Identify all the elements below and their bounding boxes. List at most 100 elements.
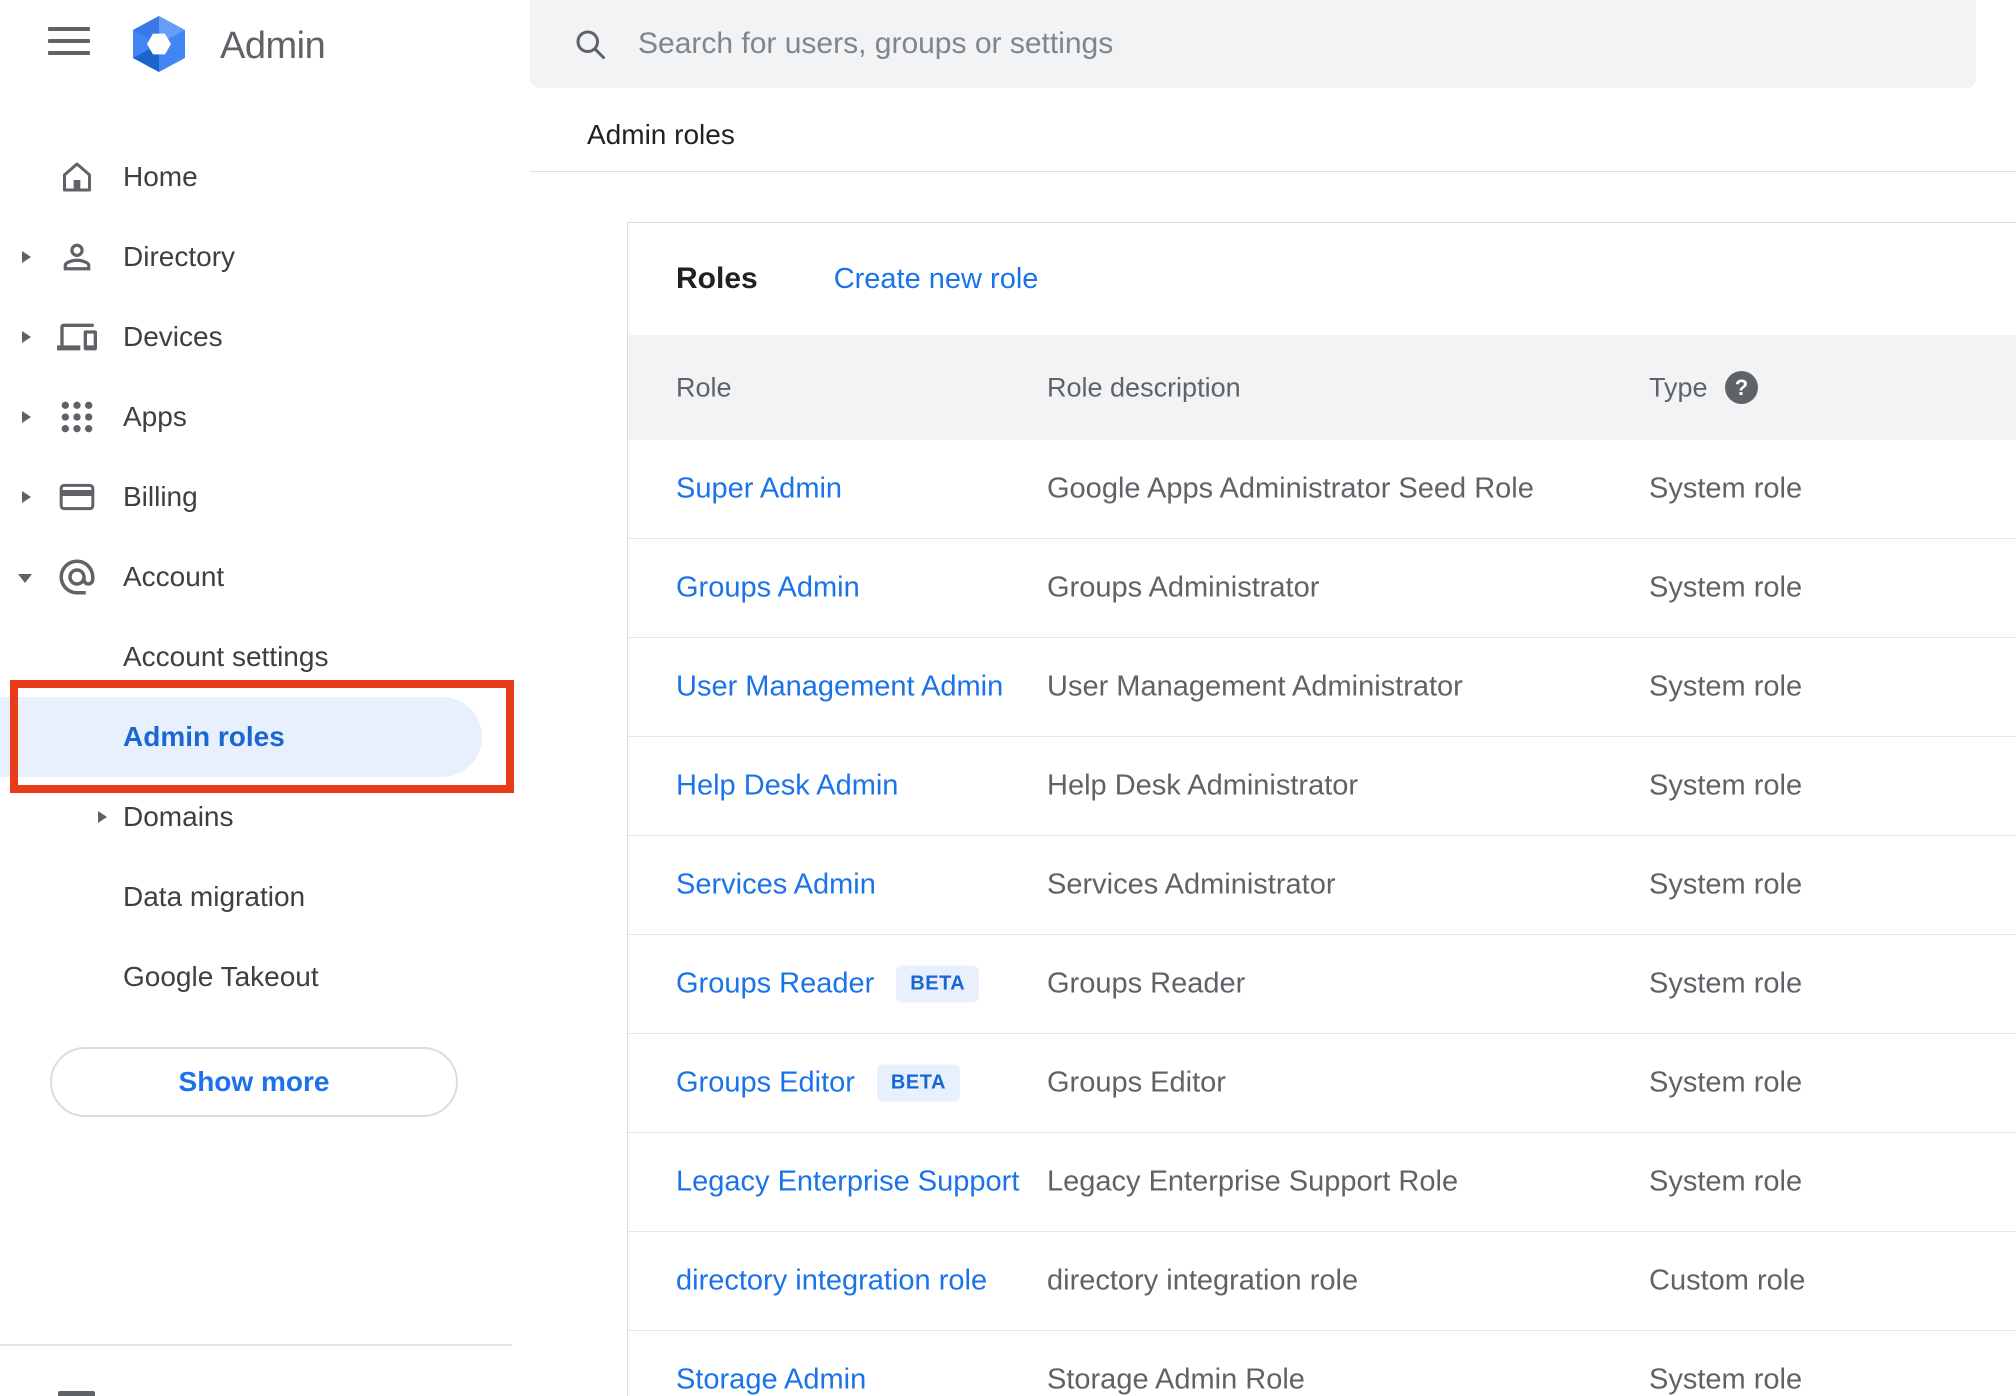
beta-badge: BETA	[876, 1064, 960, 1102]
sidebar-item-label: Domains	[123, 801, 234, 832]
role-link-legacy-enterprise-support[interactable]: Legacy Enterprise Support	[676, 1166, 1019, 1199]
role-link-groups-editor[interactable]: Groups Editor	[676, 1067, 855, 1100]
table-row: Super Admin Google Apps Administrator See…	[628, 440, 2016, 539]
sidebar-item-label: Google Takeout	[123, 961, 319, 992]
sidebar-item-label: Home	[123, 161, 198, 192]
person-icon	[56, 236, 98, 278]
role-link-directory-integration-role[interactable]: directory integration role	[676, 1265, 987, 1298]
role-type-cell: System role	[1649, 670, 1803, 703]
credit-card-icon	[56, 476, 98, 518]
help-icon[interactable]	[1725, 371, 1758, 404]
beta-badge: BETA	[896, 965, 980, 1003]
table-row: Services Admin Services Administrator Syst…	[628, 836, 2016, 935]
sidebar-item-label: Account settings	[123, 641, 329, 672]
roles-title: Roles	[676, 262, 758, 295]
sidebar-item-google-takeout[interactable]: Google Takeout	[0, 937, 530, 1017]
role-link-storage-admin[interactable]: Storage Admin	[676, 1364, 866, 1396]
sidebar-item-label: Account	[123, 561, 225, 592]
role-type-cell: System role	[1649, 967, 1803, 1000]
menu-icon[interactable]	[48, 27, 90, 55]
table-row: Groups Admin Groups Administrator System r…	[628, 539, 2016, 638]
role-type-cell: System role	[1649, 571, 1803, 604]
role-cell: User Management Admin	[676, 671, 1003, 704]
sidebar-item-data-migration[interactable]: Data migration	[0, 857, 530, 937]
show-more-button[interactable]: Show more	[50, 1047, 458, 1117]
role-description-cell: Storage Admin Role	[1047, 1363, 1305, 1396]
column-header-type: Type	[1649, 372, 1708, 402]
sidebar-item-label: Admin roles	[123, 721, 285, 752]
role-type-cell: System role	[1649, 868, 1803, 901]
role-cell: Help Desk Admin	[676, 770, 898, 803]
sidebar-item-devices[interactable]: Devices	[0, 297, 530, 377]
sidebar-item-directory[interactable]: Directory	[0, 217, 530, 297]
apps-grid-icon	[56, 396, 98, 438]
role-description-cell: Help Desk Administrator	[1047, 769, 1359, 802]
search-bar[interactable]	[530, 0, 1976, 88]
roles-table-body: Super Admin Google Apps Administrator See…	[628, 440, 2016, 1396]
role-link-user-management-admin[interactable]: User Management Admin	[676, 671, 1003, 704]
table-row: Groups Editor BETA Groups Editor System rol…	[628, 1034, 2016, 1133]
role-link-groups-reader[interactable]: Groups Reader	[676, 968, 874, 1001]
sidebar-item-admin-roles[interactable]: Admin roles	[0, 697, 530, 777]
role-cell: Storage Admin	[676, 1364, 866, 1396]
sidebar-item-apps[interactable]: Apps	[0, 377, 530, 457]
chevron-down-icon[interactable]	[18, 574, 32, 583]
admin-logo-icon	[128, 15, 190, 78]
sidebar-item-billing[interactable]: Billing	[0, 457, 530, 537]
sidebar-item-home[interactable]: Home	[0, 137, 530, 217]
role-description-cell: Groups Administrator	[1047, 571, 1320, 604]
chevron-right-icon[interactable]	[22, 411, 31, 423]
sidebar-item-domains[interactable]: Domains	[0, 777, 530, 857]
role-cell: Groups Admin	[676, 572, 860, 605]
roles-card: Roles Create new role Role Role descript…	[627, 222, 2016, 1396]
at-sign-icon	[56, 556, 98, 598]
roles-card-header: Roles Create new role	[628, 223, 2016, 335]
sidebar-item-label: Devices	[123, 321, 223, 352]
sidebar-item-label: Directory	[123, 241, 236, 272]
table-row: Legacy Enterprise Support Legacy Enterpri…	[628, 1133, 2016, 1232]
google-admin-logo: Admin	[128, 15, 326, 78]
role-description-cell: Groups Editor	[1047, 1066, 1226, 1099]
role-description-cell: Services Administrator	[1047, 868, 1336, 901]
role-link-groups-admin[interactable]: Groups Admin	[676, 572, 860, 605]
role-description-cell: Legacy Enterprise Support Role	[1047, 1165, 1459, 1198]
sidebar-item-label: Data migration	[123, 881, 306, 912]
sidebar-footer-divider	[0, 1344, 512, 1346]
chevron-right-icon[interactable]	[22, 251, 31, 263]
partial-sidebar-icon	[58, 1391, 95, 1396]
role-description-cell: User Management Administrator	[1047, 670, 1463, 703]
role-cell: directory integration role	[676, 1265, 987, 1298]
sidebar-item-label: Billing	[123, 481, 198, 512]
search-input[interactable]	[636, 26, 1890, 62]
column-header-role-description: Role description	[1047, 372, 1241, 402]
column-header-role: Role	[676, 372, 732, 402]
devices-icon	[56, 316, 98, 358]
chevron-right-icon[interactable]	[22, 491, 31, 503]
role-description-cell: directory integration role	[1047, 1264, 1359, 1297]
role-link-super-admin[interactable]: Super Admin	[676, 473, 842, 506]
role-type-cell: System role	[1649, 1363, 1803, 1396]
role-type-cell: Custom role	[1649, 1264, 1806, 1297]
sidebar-item-account[interactable]: Account	[0, 537, 530, 617]
sidebar-item-account-settings[interactable]: Account settings	[0, 617, 530, 697]
role-link-services-admin[interactable]: Services Admin	[676, 869, 876, 902]
role-cell: Groups Reader BETA	[676, 965, 980, 1003]
create-new-role-link[interactable]: Create new role	[834, 263, 1039, 296]
role-cell: Super Admin	[676, 473, 842, 506]
header-divider	[530, 171, 2016, 172]
logo-title: Admin	[220, 25, 326, 67]
table-row: directory integration role directory inte…	[628, 1232, 2016, 1331]
search-icon	[576, 30, 605, 59]
role-cell: Groups Editor BETA	[676, 1064, 960, 1102]
chevron-right-icon[interactable]	[98, 811, 107, 823]
home-icon	[56, 156, 98, 198]
google-admin-console: Admin Admin roles Home Directory Devices Ap…	[0, 0, 2016, 1396]
chevron-right-icon[interactable]	[22, 331, 31, 343]
role-link-help-desk-admin[interactable]: Help Desk Admin	[676, 770, 898, 803]
sidebar-item-label: Apps	[123, 401, 187, 432]
role-description-cell: Google Apps Administrator Seed Role	[1047, 472, 1534, 505]
breadcrumb: Admin roles	[587, 119, 735, 150]
table-row: User Management Admin User Management Adm…	[628, 638, 2016, 737]
role-description-cell: Groups Reader	[1047, 967, 1246, 1000]
table-header-row: Role Role description Type	[628, 335, 2016, 440]
